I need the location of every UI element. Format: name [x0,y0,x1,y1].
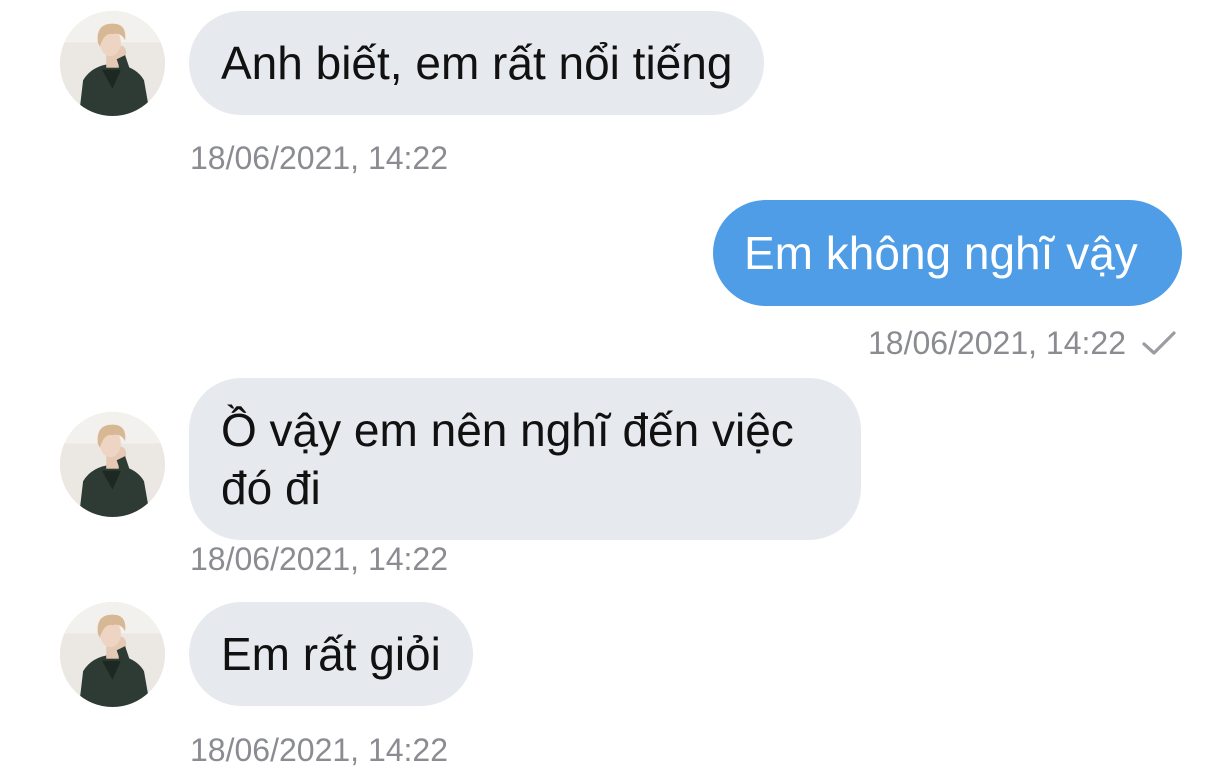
check-icon [1142,331,1176,355]
message-timestamp: 18/06/2021, 14:22 [190,140,449,176]
contact-avatar[interactable] [60,412,165,517]
avatar-image [60,602,165,707]
incoming-message-bubble[interactable]: Ồ vậy em nên nghĩ đến việc đó đi [189,378,861,540]
outgoing-message-bubble[interactable]: Em không nghĩ vậy [713,200,1182,306]
message-timestamp: 18/06/2021, 14:22 [190,732,449,767]
incoming-message-bubble[interactable]: Em rất giỏi [189,602,473,706]
message-timestamp: 18/06/2021, 14:22 [867,325,1126,361]
avatar-image [60,412,165,517]
contact-avatar[interactable] [60,602,165,707]
outgoing-message-meta: 18/06/2021, 14:22 [868,325,1176,361]
message-timestamp: 18/06/2021, 14:22 [190,541,449,577]
chat-thread: Anh biết, em rất nổi tiếng 18/06/2021, 1… [0,0,1206,767]
incoming-message-bubble[interactable]: Anh biết, em rất nổi tiếng [189,11,765,115]
avatar-image [60,11,165,116]
contact-avatar[interactable] [60,11,165,116]
